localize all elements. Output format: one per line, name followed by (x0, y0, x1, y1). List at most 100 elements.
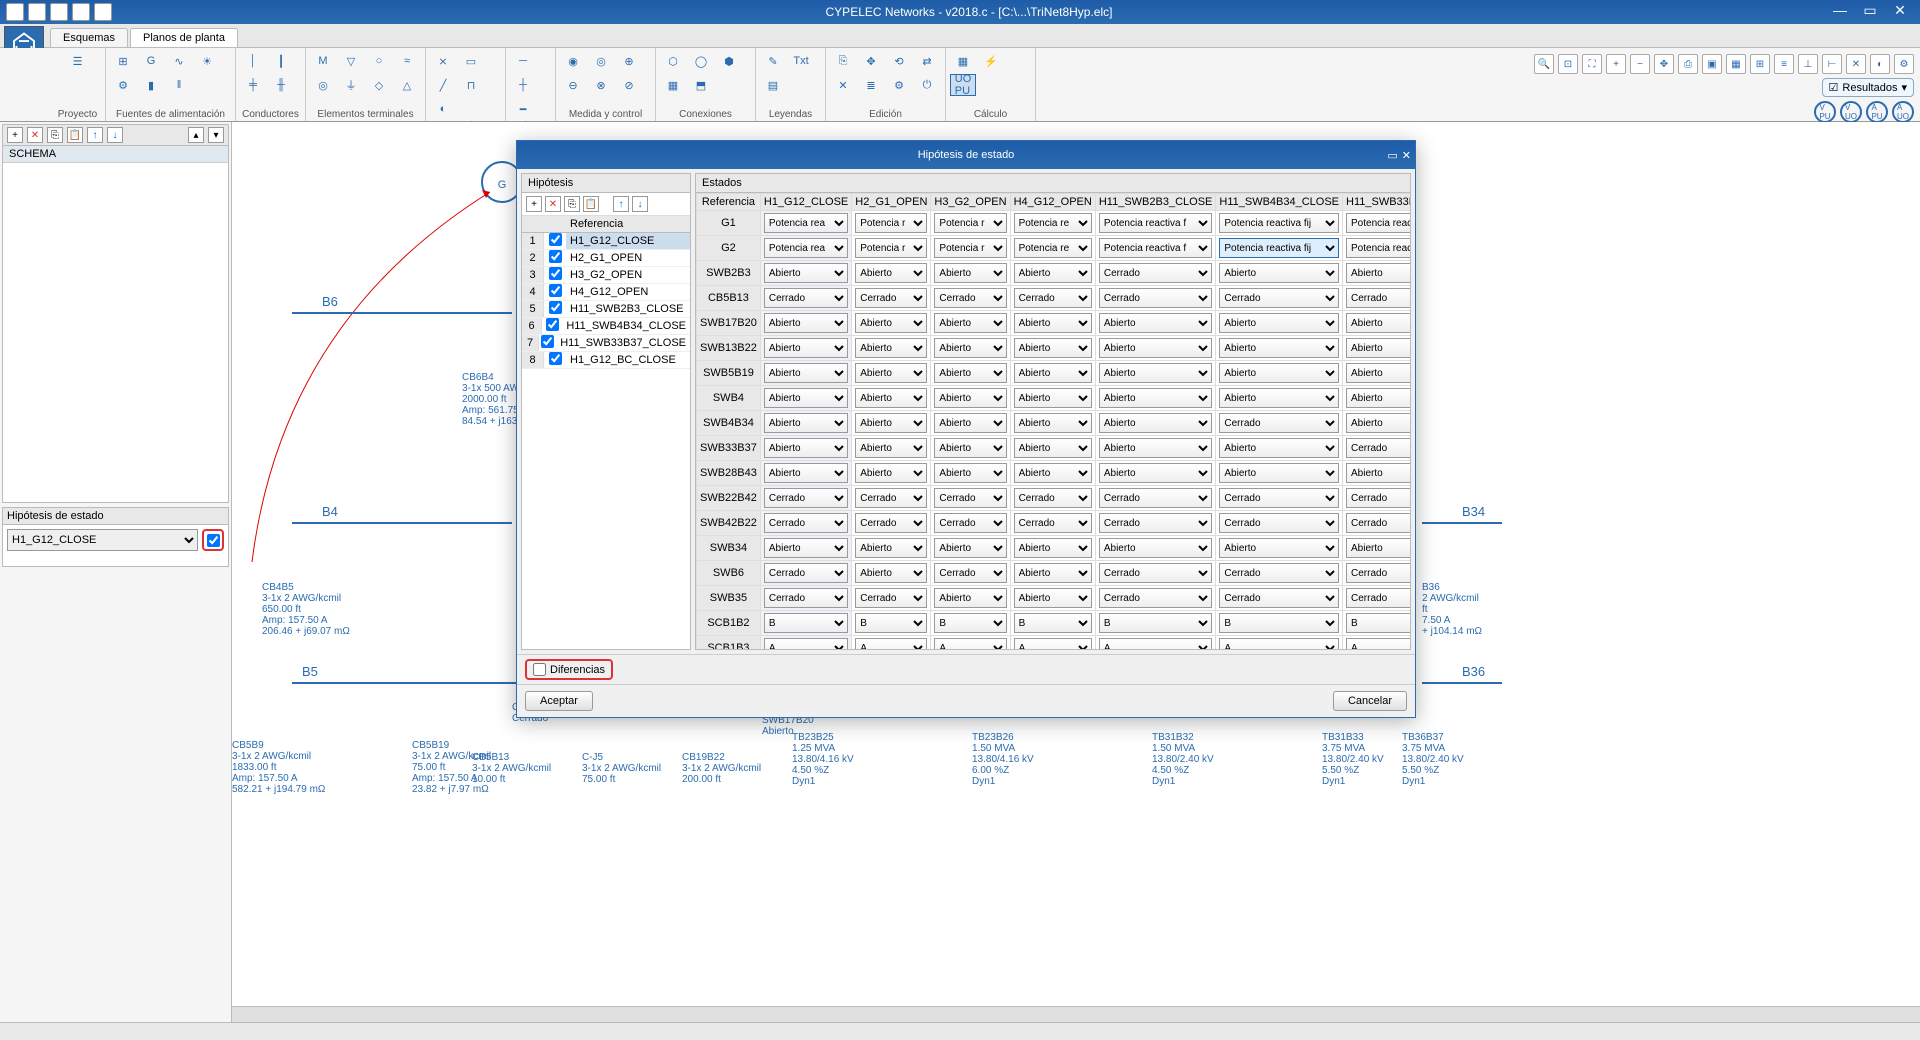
cap-icon[interactable]: ‖ (166, 74, 192, 96)
est-cell-select[interactable]: Potencia rea (764, 238, 848, 258)
res-vpu-icon[interactable]: VPU (1814, 101, 1836, 123)
expand-icon[interactable]: ▾ (208, 127, 224, 143)
est-cell-select[interactable]: A (1219, 638, 1339, 649)
dialog-maximize-button[interactable]: ▭ (1387, 149, 1397, 162)
est-cell-select[interactable]: Abierto (934, 363, 1006, 383)
hip-list[interactable]: 1H1_G12_CLOSE2H2_G1_OPEN3H3_G2_OPEN4H4_G… (522, 233, 690, 649)
meter2-icon[interactable]: ◎ (588, 50, 614, 72)
est-cell-select[interactable]: Cerrado (1346, 438, 1410, 458)
est-cell-select[interactable]: B (764, 613, 848, 633)
est-cell-select[interactable]: Cerrado (1099, 563, 1213, 583)
aceptar-button[interactable]: Aceptar (525, 691, 593, 711)
hip-row[interactable]: 5H11_SWB2B3_CLOSE (522, 301, 690, 318)
hip-row[interactable]: 8H1_G12_BC_CLOSE (522, 352, 690, 369)
est-cell-select[interactable]: Cerrado (1099, 488, 1213, 508)
minimize-button[interactable]: — (1826, 2, 1854, 22)
diferencias-checkbox[interactable] (533, 663, 546, 676)
est-cell-select[interactable]: Abierto (1014, 563, 1092, 583)
est-cell-select[interactable]: Cerrado (764, 588, 848, 608)
hip-row-checkbox[interactable] (549, 301, 562, 314)
mirror-icon[interactable]: ⇄ (914, 50, 940, 72)
est-cell-select[interactable]: A (1099, 638, 1213, 649)
hip-row[interactable]: 2H2_G1_OPEN (522, 250, 690, 267)
est-cell-select[interactable]: Abierto (764, 438, 848, 458)
hip-row-checkbox[interactable] (549, 284, 562, 297)
qat-undo-icon[interactable] (28, 3, 46, 21)
cond2-icon[interactable]: ┃ (268, 50, 294, 72)
est-cell-select[interactable]: Cerrado (1014, 488, 1092, 508)
tool-zoomfit-icon[interactable]: ⛶ (1582, 54, 1602, 74)
paste-icon[interactable]: 📋 (67, 127, 83, 143)
up-icon[interactable]: ↑ (87, 127, 103, 143)
est-cell-select[interactable]: Cerrado (764, 563, 848, 583)
qat-btn4[interactable] (72, 3, 90, 21)
est-cell-select[interactable]: Cerrado (1219, 488, 1339, 508)
est-cell-select[interactable]: Cerrado (1219, 413, 1339, 433)
new-icon[interactable]: + (7, 127, 23, 143)
tab-esquemas[interactable]: Esquemas (50, 28, 128, 47)
est-cell-select[interactable]: Potencia reactiva f (1099, 238, 1213, 258)
tool-zoomout-icon[interactable]: − (1630, 54, 1650, 74)
move-icon[interactable]: ✥ (858, 50, 884, 72)
trafo-icon[interactable]: ◎ (310, 74, 336, 96)
meter4-icon[interactable]: ⊖ (560, 74, 586, 96)
collapse-icon[interactable]: ▴ (188, 127, 204, 143)
schema-item[interactable]: SCHEMA (3, 146, 228, 163)
est-cell-select[interactable]: B (934, 613, 1006, 633)
est-cell-select[interactable]: Abierto (1219, 388, 1339, 408)
hip-checkbox[interactable] (207, 534, 220, 547)
est-cell-select[interactable]: Cerrado (1099, 263, 1213, 283)
load-icon[interactable]: ▽ (338, 50, 364, 72)
est-cell-select[interactable]: Abierto (1346, 538, 1410, 558)
conn4-icon[interactable]: ▦ (660, 74, 686, 96)
res-vuo-icon[interactable]: VUO (1840, 101, 1862, 123)
tool-zoomwin-icon[interactable]: ⊡ (1558, 54, 1578, 74)
est-cell-select[interactable]: Abierto (855, 388, 927, 408)
gen-g-icon[interactable]: G (138, 50, 164, 72)
opts-icon[interactable]: ☰ (65, 50, 91, 72)
hip-row-checkbox[interactable] (549, 233, 562, 246)
est-cell-select[interactable]: Cerrado (1346, 513, 1410, 533)
est-cell-select[interactable]: Cerrado (934, 563, 1006, 583)
tool-10-icon[interactable]: ⊞ (1750, 54, 1770, 74)
est-cell-select[interactable]: Abierto (1219, 338, 1339, 358)
res-apu-icon[interactable]: APU (1866, 101, 1888, 123)
est-cell-select[interactable]: Abierto (1099, 388, 1213, 408)
hip-down-icon[interactable]: ↓ (632, 196, 648, 212)
text-icon[interactable]: Txt (788, 50, 814, 72)
wind-icon[interactable]: ⚙ (110, 74, 136, 96)
tool-9-icon[interactable]: ▦ (1726, 54, 1746, 74)
est-cell-select[interactable]: Cerrado (764, 288, 848, 308)
canvas-scrollbar[interactable] (232, 1006, 1920, 1022)
est-cell-select[interactable]: Potencia r (855, 213, 927, 233)
est-cell-select[interactable]: Abierto (1346, 463, 1410, 483)
est-cell-select[interactable]: Cerrado (1099, 588, 1213, 608)
layers-icon[interactable]: ≣ (858, 74, 884, 96)
est-cell-select[interactable]: Abierto (1346, 338, 1410, 358)
est-cell-select[interactable]: Cerrado (855, 488, 927, 508)
est-cell-select[interactable]: A (1346, 638, 1410, 649)
tool-15-icon[interactable]: ◐ (1870, 54, 1890, 74)
est-cell-select[interactable]: Cerrado (1346, 563, 1410, 583)
est-cell-select[interactable]: Abierto (934, 588, 1006, 608)
conn3-icon[interactable]: ⬢ (716, 50, 742, 72)
est-cell-select[interactable]: Cerrado (934, 288, 1006, 308)
term8-icon[interactable]: △ (394, 74, 420, 96)
hip-row-checkbox[interactable] (546, 318, 559, 331)
est-cell-select[interactable]: Cerrado (1219, 513, 1339, 533)
est-cell-select[interactable]: Abierto (1346, 363, 1410, 383)
est-cell-select[interactable]: Abierto (855, 313, 927, 333)
hip-row-checkbox[interactable] (549, 250, 562, 263)
est-cell-select[interactable]: Abierto (764, 388, 848, 408)
props-icon[interactable]: ⚙ (886, 74, 912, 96)
meter6-icon[interactable]: ⊘ (616, 74, 642, 96)
est-cell-select[interactable]: Cerrado (934, 488, 1006, 508)
est-cell-select[interactable]: Abierto (855, 338, 927, 358)
est-cell-select[interactable]: Cerrado (855, 288, 927, 308)
est-cell-select[interactable]: Potencia r (934, 213, 1006, 233)
gen-sine-icon[interactable]: ∿ (166, 50, 192, 72)
est-cell-select[interactable]: Cerrado (1219, 288, 1339, 308)
tool-config-icon[interactable]: ⚙ (1894, 54, 1914, 74)
est-cell-select[interactable]: Potencia re (1014, 238, 1092, 258)
est-cell-select[interactable]: Cerrado (764, 488, 848, 508)
